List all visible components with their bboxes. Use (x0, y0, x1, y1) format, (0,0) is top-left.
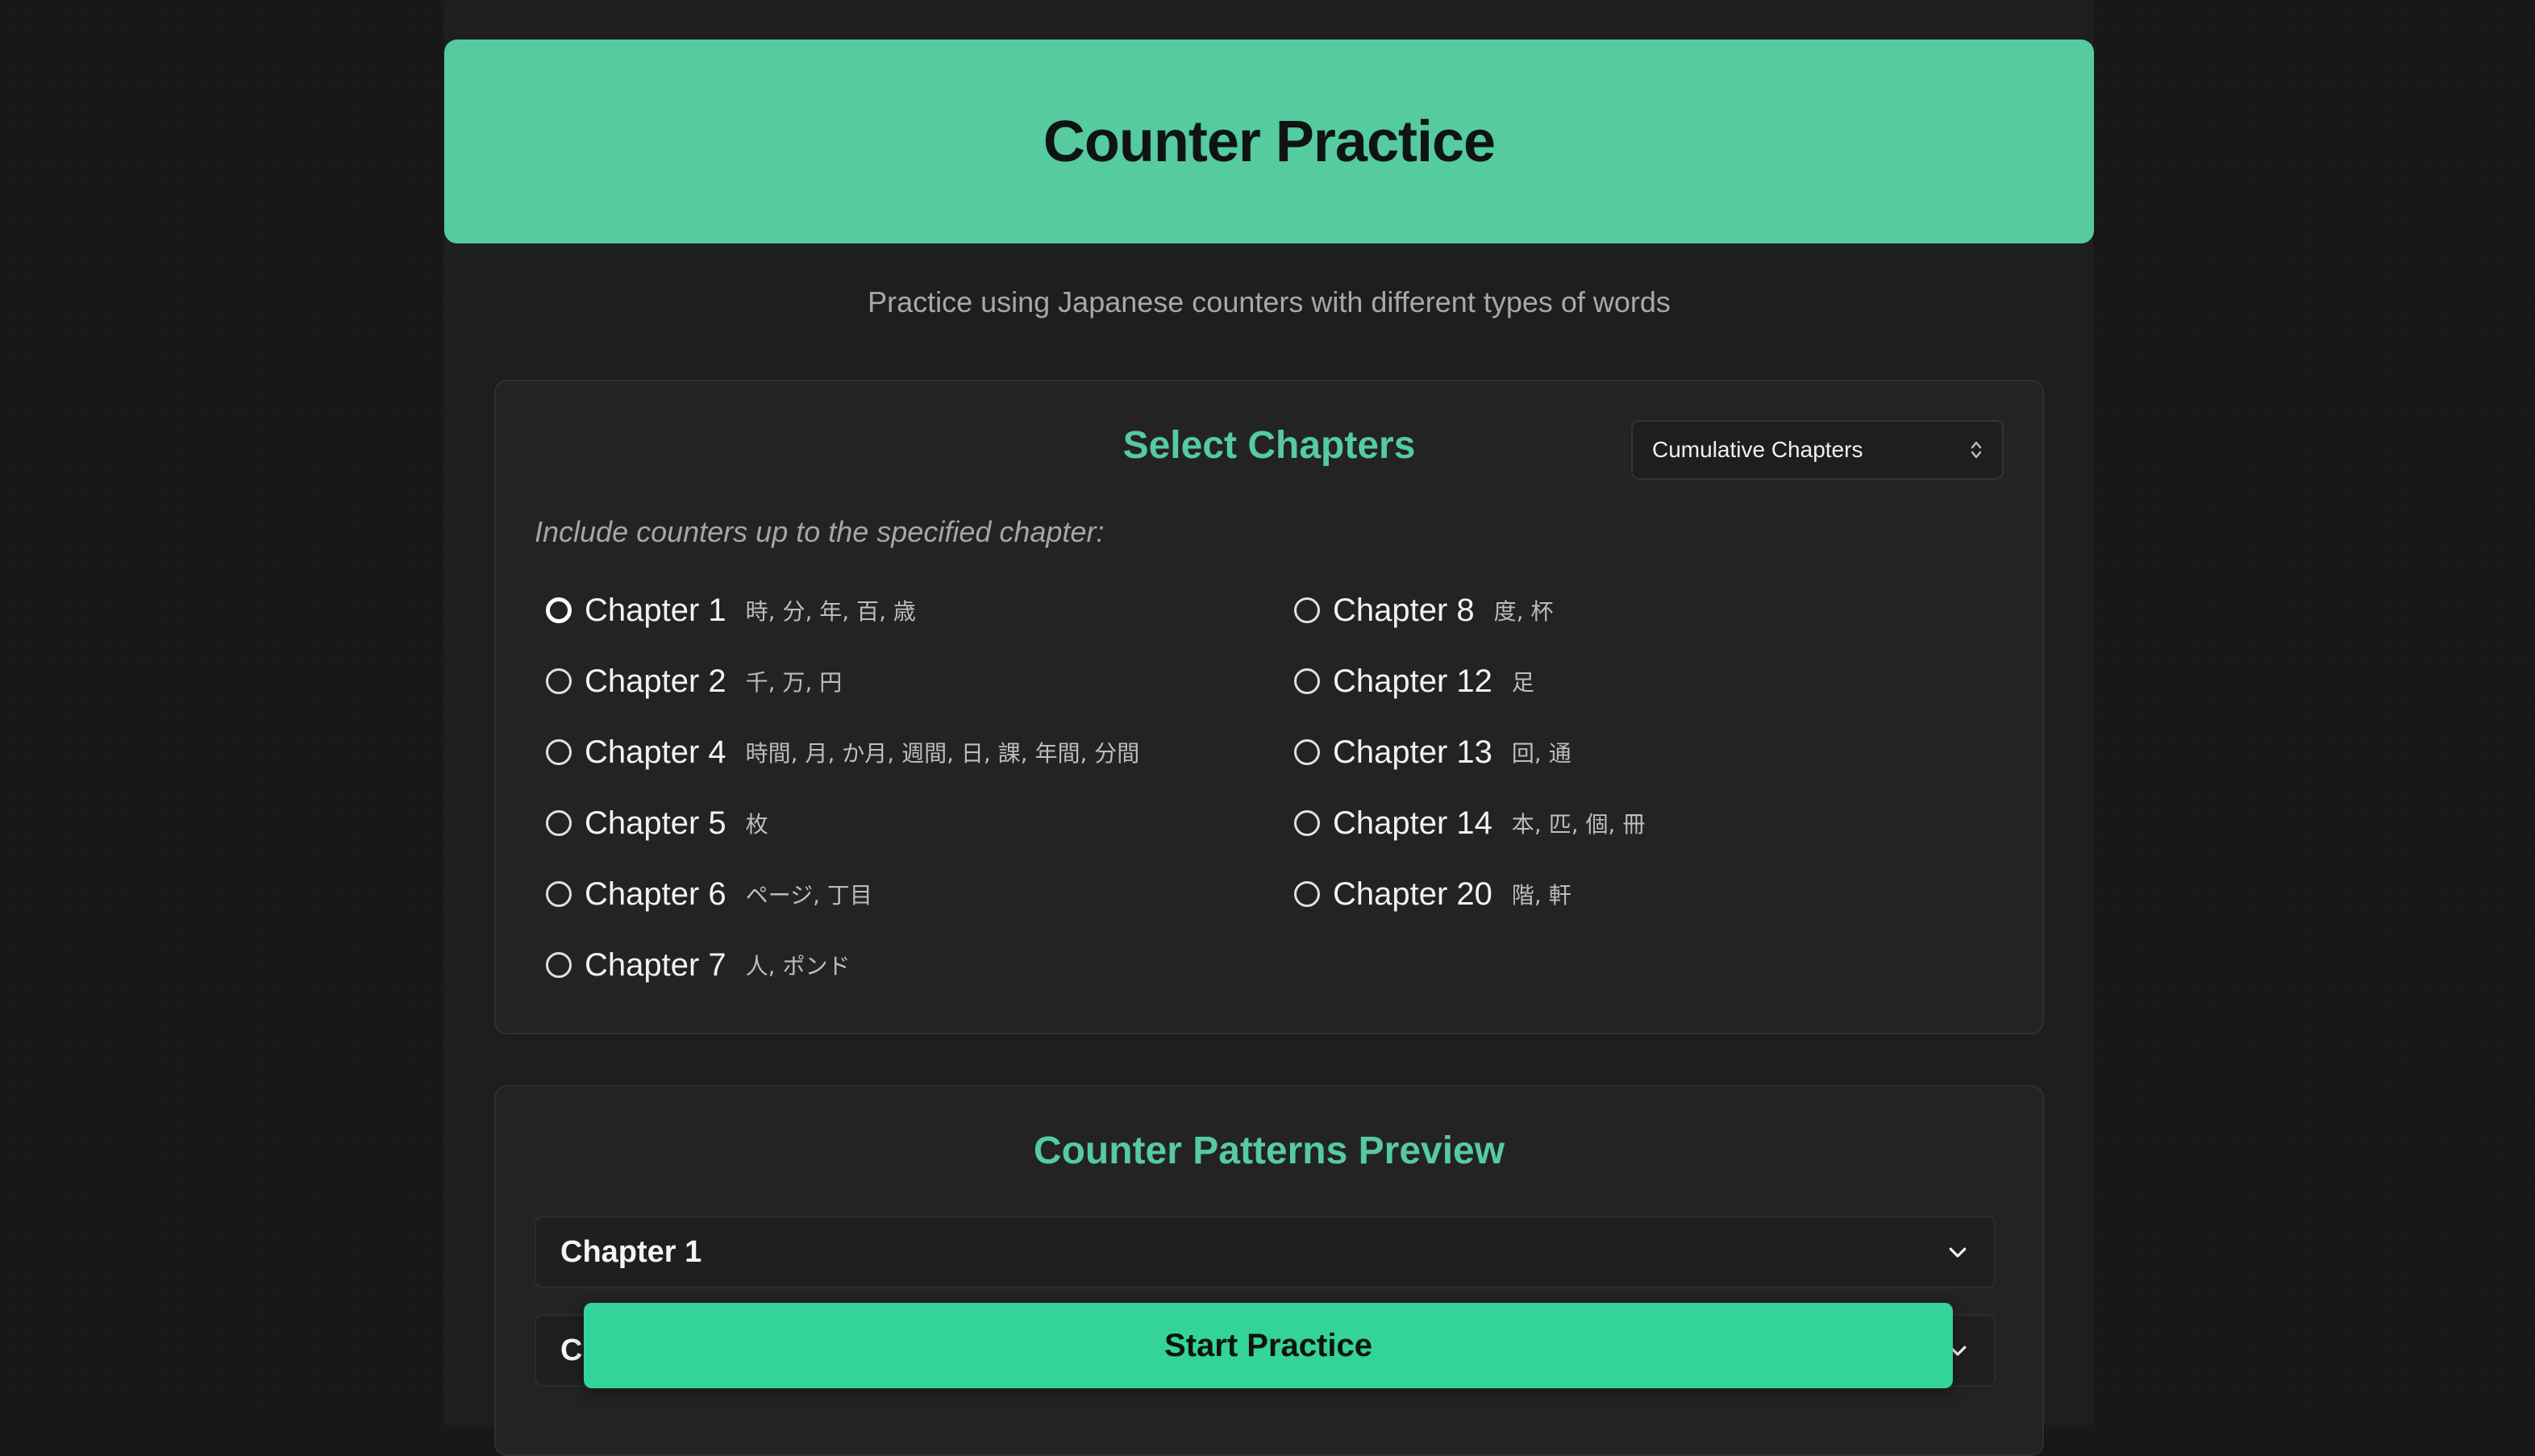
chapter-mode-select[interactable]: Cumulative Chapters (1631, 420, 2004, 480)
start-practice-button[interactable]: Start Practice (584, 1303, 1953, 1388)
chapter-option-name: Chapter 2 (585, 663, 726, 699)
chapter-option-name: Chapter 1 (585, 592, 726, 628)
page-subtitle: Practice using Japanese counters with di… (868, 285, 1671, 318)
chapter-option-name: Chapter 8 (1333, 592, 1475, 628)
radio-icon[interactable] (1294, 739, 1320, 765)
page-header: Counter Practice (444, 40, 2094, 243)
chapter-option-name: Chapter 12 (1333, 663, 1492, 699)
radio-icon[interactable] (1294, 597, 1320, 623)
radio-checked-icon[interactable] (546, 597, 572, 623)
chapter-option-14[interactable]: Chapter 14 本, 匹, 個, 冊 (1294, 799, 1645, 847)
chapter-option-counters: 回, 通 (1511, 740, 1571, 767)
chapter-option-7[interactable]: Chapter 7 人, ポンド (546, 941, 850, 989)
counter-preview-card: Counter Patterns Preview Chapter 1 C (494, 1085, 2044, 1456)
chapter-option-20[interactable]: Chapter 20 階, 軒 (1294, 870, 1571, 918)
radio-icon[interactable] (546, 739, 572, 765)
radio-icon[interactable] (546, 810, 572, 836)
chapter-option-4[interactable]: Chapter 4 時間, 月, か月, 週間, 日, 課, 年間, 分間 (546, 728, 1139, 776)
preview-accordion-chapter-1[interactable]: Chapter 1 (535, 1216, 1996, 1288)
chapter-option-counters: 人, ポンド (745, 953, 851, 980)
radio-icon[interactable] (546, 952, 572, 978)
chapter-option-name: Chapter 4 (585, 734, 726, 770)
chapter-option-6[interactable]: Chapter 6 ページ, 丁目 (546, 870, 872, 918)
radio-icon[interactable] (1294, 881, 1320, 907)
accordion-label: C (560, 1333, 583, 1367)
chapter-option-13[interactable]: Chapter 13 回, 通 (1294, 728, 1571, 776)
chapter-option-2[interactable]: Chapter 2 千, 万, 円 (546, 657, 842, 705)
page-title: Counter Practice (1043, 109, 1496, 174)
counter-preview-title: Counter Patterns Preview (1033, 1129, 1505, 1172)
chapter-option-name: Chapter 7 (585, 946, 726, 983)
chapter-option-name: Chapter 20 (1333, 876, 1492, 912)
chapter-option-counters: 足 (1511, 669, 1534, 696)
chapter-option-name: Chapter 6 (585, 876, 726, 912)
radio-icon[interactable] (1294, 810, 1320, 836)
radio-icon[interactable] (546, 881, 572, 907)
chapter-option-counters: 時間, 月, か月, 週間, 日, 課, 年間, 分間 (745, 740, 1140, 767)
chapter-instruction: Include counters up to the specified cha… (535, 515, 1105, 548)
chapter-select-card: Select Chapters Cumulative Chapters Incl… (494, 380, 2044, 1034)
chapter-mode-value: Cumulative Chapters (1652, 437, 1863, 462)
chapter-option-1[interactable]: Chapter 1 時, 分, 年, 百, 歳 (546, 586, 916, 634)
chapter-option-name: Chapter 5 (585, 805, 726, 841)
radio-icon[interactable] (1294, 668, 1320, 694)
select-arrows-icon (1970, 439, 1983, 460)
chapter-option-8[interactable]: Chapter 8 度, 杯 (1294, 586, 1553, 634)
accordion-label: Chapter 1 (560, 1234, 702, 1269)
chapter-option-12[interactable]: Chapter 12 足 (1294, 657, 1534, 705)
chapter-option-counters: 度, 杯 (1493, 598, 1554, 625)
chapter-option-counters: 時, 分, 年, 百, 歳 (745, 598, 916, 625)
chapter-option-counters: 千, 万, 円 (745, 669, 843, 696)
chapter-option-counters: ページ, 丁目 (745, 882, 872, 909)
radio-icon[interactable] (546, 668, 572, 694)
chapter-option-5[interactable]: Chapter 5 枚 (546, 799, 768, 847)
chapter-option-name: Chapter 13 (1333, 734, 1492, 770)
chapter-option-counters: 本, 匹, 個, 冊 (1511, 811, 1646, 838)
chapter-option-name: Chapter 14 (1333, 805, 1492, 841)
chevron-down-icon (1949, 1247, 1967, 1258)
chapter-option-counters: 階, 軒 (1511, 882, 1571, 909)
chapter-option-counters: 枚 (745, 811, 768, 838)
